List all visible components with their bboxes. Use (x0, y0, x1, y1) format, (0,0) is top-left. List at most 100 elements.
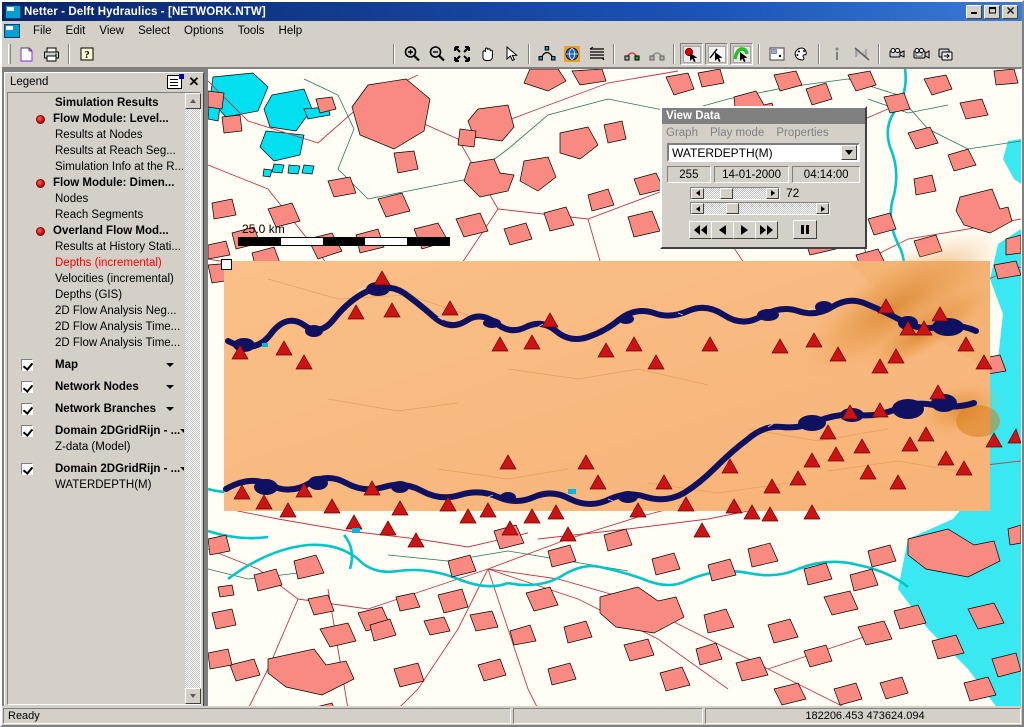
legend-item-depths-gis[interactable]: Depths (GIS) (8, 287, 184, 303)
select-node-button[interactable] (680, 43, 703, 65)
legend-item-velocities-incremental[interactable]: Velocities (incremental) (8, 271, 184, 287)
legend-item-results-at-reach-segments[interactable]: Results at Reach Seg... (8, 143, 184, 159)
record-camera-button[interactable] (910, 43, 933, 65)
pause-button[interactable] (793, 220, 817, 239)
select-green-arrow-button[interactable] (730, 43, 753, 65)
legend-item-nodes[interactable]: Nodes (8, 191, 184, 207)
palette-button[interactable] (790, 43, 813, 65)
speed-slider-thumb[interactable] (720, 187, 733, 199)
speed-slider-right-button[interactable] (766, 187, 779, 199)
legend-item-map[interactable]: Map (8, 357, 184, 373)
pan-button[interactable] (475, 43, 498, 65)
node-link-down-button[interactable] (645, 43, 668, 65)
legend-item-label: Flow Module: Dimen... (53, 177, 175, 189)
checkbox-network-branches[interactable] (21, 403, 33, 415)
menu-help[interactable]: Help (272, 23, 310, 39)
scroll-up-button[interactable] (185, 93, 201, 109)
legend-item-depths-incremental[interactable]: Depths (incremental) (8, 255, 184, 271)
time-slider-left-button[interactable] (691, 203, 704, 214)
menu-select[interactable]: Select (131, 23, 177, 39)
legend-item-simulation-results[interactable]: Simulation Results (8, 95, 184, 111)
checkbox-domain-2dgridrijn-2[interactable] (21, 463, 33, 475)
globe-button[interactable] (560, 43, 583, 65)
chevron-down-icon[interactable] (166, 363, 174, 367)
legend-item-2d-flow-analysis-time-2[interactable]: 2D Flow Analysis Time... (8, 335, 184, 351)
map-canvas[interactable] (208, 69, 1021, 709)
legend-item-flow-module-level[interactable]: Flow Module: Level... (8, 111, 184, 127)
checkbox-network-nodes[interactable] (21, 381, 33, 393)
menu-view[interactable]: View (92, 23, 131, 39)
speed-slider-track[interactable] (704, 187, 766, 199)
grid-properties-button[interactable] (765, 43, 788, 65)
info-button[interactable] (825, 43, 848, 65)
layers-button[interactable] (585, 43, 608, 65)
legend-item-waterdepth[interactable]: WATERDEPTH(M) (8, 477, 184, 493)
scroll-track[interactable] (185, 109, 200, 688)
legend-item-reach-segments[interactable]: Reach Segments (8, 207, 184, 223)
select-pointer-button[interactable] (500, 43, 523, 65)
checkbox-domain-2dgridrijn-1[interactable] (21, 425, 33, 437)
select-arrow-button[interactable] (705, 43, 728, 65)
parameter-combobox[interactable]: WATERDEPTH(M) (667, 143, 860, 162)
menu-edit[interactable]: Edit (59, 23, 93, 39)
legend-item-simulation-info[interactable]: Simulation Info at the R... (8, 159, 184, 175)
network-nodes-button[interactable] (535, 43, 558, 65)
map-node-marker[interactable] (221, 259, 232, 270)
chevron-down-icon[interactable] (180, 467, 184, 471)
legend-vertical-scrollbar[interactable] (184, 93, 201, 704)
zoom-out-button[interactable] (425, 43, 448, 65)
legend-item-z-data-model[interactable]: Z-data (Model) (8, 439, 184, 455)
rewind-button[interactable] (689, 220, 712, 239)
zoom-in-button[interactable] (400, 43, 423, 65)
print-button[interactable] (40, 43, 63, 65)
speed-slider[interactable] (690, 186, 780, 200)
menu-options[interactable]: Options (177, 23, 231, 39)
time-slider-right-button[interactable] (816, 203, 829, 214)
menu-play-mode[interactable]: Play mode (710, 127, 764, 139)
legend-item-2d-flow-analysis-neg[interactable]: 2D Flow Analysis Neg... (8, 303, 184, 319)
speed-slider-left-button[interactable] (691, 187, 704, 199)
export-button[interactable] (935, 43, 958, 65)
close-icon[interactable]: ✕ (187, 75, 201, 89)
legend-item-2d-flow-analysis-time-1[interactable]: 2D Flow Analysis Time... (8, 319, 184, 335)
new-document-button[interactable] (15, 43, 38, 65)
play-button[interactable] (733, 220, 756, 239)
zoom-extents-button[interactable] (450, 43, 473, 65)
chevron-down-icon[interactable] (166, 385, 174, 389)
crossed-view-button[interactable] (850, 43, 873, 65)
map-view[interactable]: 25.0 km View Data Graph Play mode Proper… (207, 68, 1022, 710)
chevron-down-icon[interactable] (180, 429, 184, 433)
legend-item-network-nodes[interactable]: Network Nodes (8, 379, 184, 395)
legend-properties-icon[interactable] (167, 74, 184, 89)
node-link-up-button[interactable] (620, 43, 643, 65)
legend-item-domain-2dgridrijn-1[interactable]: Domain 2DGridRijn - ... (8, 423, 184, 439)
menu-file[interactable]: File (26, 23, 59, 39)
menu-tools[interactable]: Tools (231, 23, 272, 39)
film-camera-button[interactable] (885, 43, 908, 65)
fast-forward-button[interactable] (755, 220, 778, 239)
legend-item-network-branches[interactable]: Network Branches (8, 401, 184, 417)
restore-button[interactable] (984, 4, 1000, 19)
chevron-down-icon[interactable] (166, 407, 174, 411)
step-back-button[interactable] (711, 220, 734, 239)
chevron-down-icon[interactable] (841, 145, 857, 160)
close-button[interactable] (1002, 4, 1018, 19)
checkbox-map[interactable] (21, 359, 33, 371)
help-button[interactable]: ? (75, 43, 98, 65)
minimize-button[interactable] (966, 4, 982, 19)
menu-properties[interactable]: Properties (776, 127, 828, 139)
legend-item-results-at-nodes[interactable]: Results at Nodes (8, 127, 184, 143)
scroll-down-button[interactable] (185, 688, 201, 704)
legend-item-overland-flow-module[interactable]: Overland Flow Mod... (8, 223, 184, 239)
toolbar-grip[interactable] (8, 44, 11, 64)
legend-item-domain-2dgridrijn-2[interactable]: Domain 2DGridRijn - ... (8, 461, 184, 477)
legend-item-label: Nodes (55, 193, 89, 205)
menu-graph[interactable]: Graph (666, 127, 698, 139)
legend-item-results-at-history-stations[interactable]: Results at History Stati... (8, 239, 184, 255)
time-slider-track[interactable] (704, 203, 816, 214)
legend-item-flow-module-dimen[interactable]: Flow Module: Dimen... (8, 175, 184, 191)
time-slider[interactable] (690, 202, 830, 215)
document-icon[interactable] (4, 24, 20, 38)
view-data-dialog[interactable]: View Data Graph Play mode Properties WAT… (660, 106, 867, 249)
time-slider-thumb[interactable] (726, 203, 739, 214)
